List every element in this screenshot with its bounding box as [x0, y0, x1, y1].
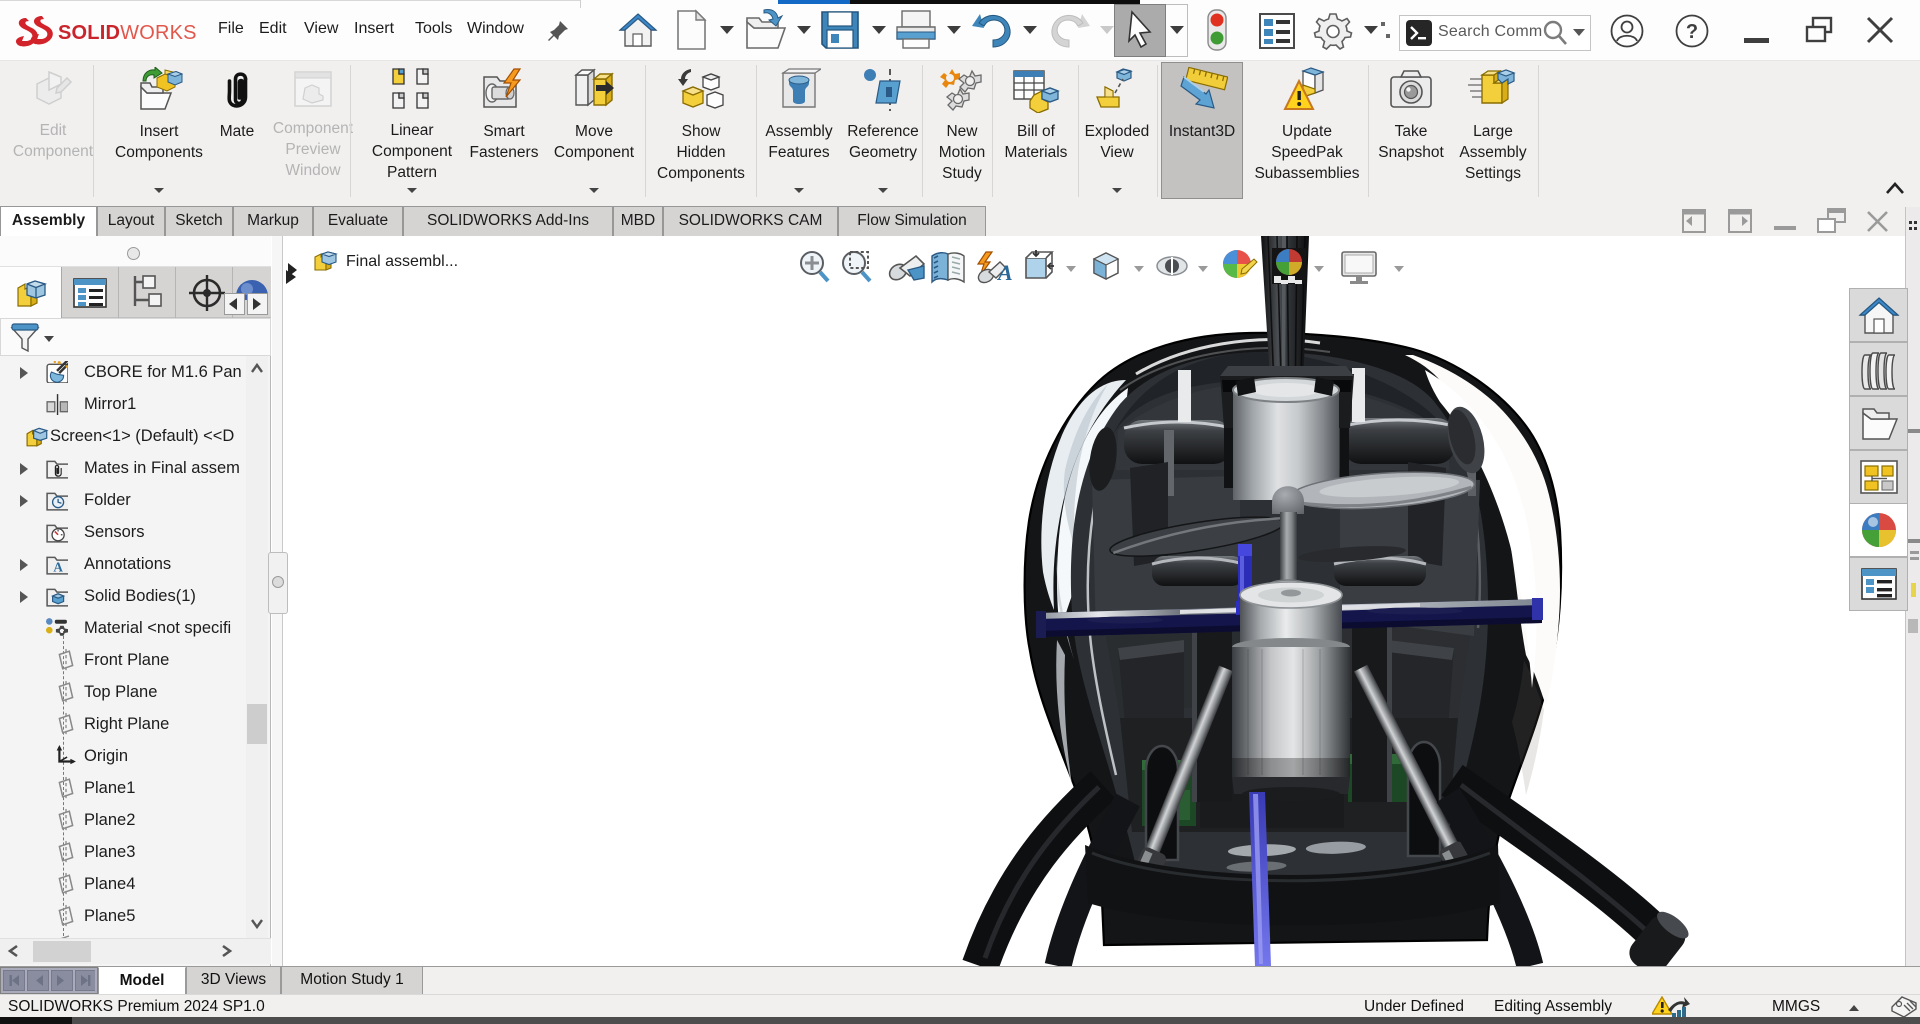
svg-text:A: A: [53, 560, 63, 575]
svg-text:SOLIDWORKS: SOLIDWORKS: [58, 22, 197, 44]
svg-text:A: A: [996, 260, 1013, 284]
svg-text:?: ?: [1686, 21, 1698, 43]
